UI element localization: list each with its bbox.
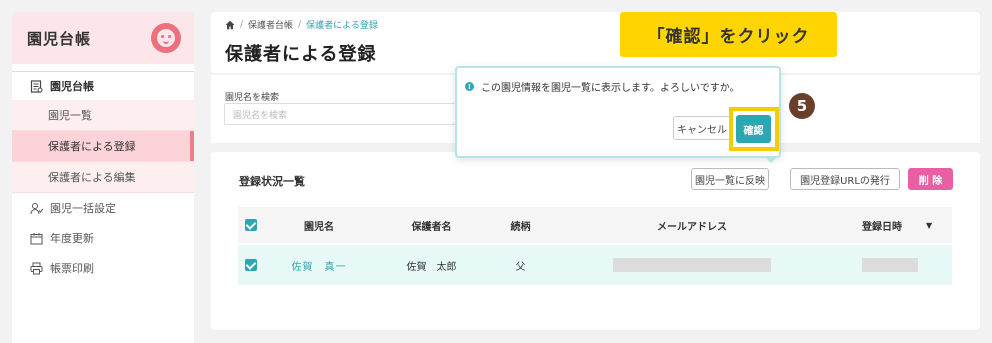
sidebar-item-label: 年度更新: [50, 232, 94, 245]
sidebar-item-child-list[interactable]: 園児一覧: [12, 100, 194, 131]
delete-button[interactable]: 削 除: [908, 168, 953, 190]
ledger-icon: [30, 79, 43, 93]
printer-icon: [30, 262, 43, 274]
sidebar-item-print[interactable]: 帳票印刷: [12, 253, 194, 283]
step-number-badge: 5: [789, 93, 815, 119]
sidebar-item-bulk-settings[interactable]: 園児一括設定: [12, 193, 194, 223]
select-all-checkbox[interactable]: [245, 219, 257, 231]
email-redacted: [613, 258, 771, 272]
home-icon[interactable]: [225, 20, 235, 30]
popover-message: ! この園児情報を園児一覧に表示します。よろしいですか。: [465, 79, 740, 94]
sidebar-nav: 園児台帳 園児一覧 保護者による登録 保護者による編集 園児一括設定 年度更新 …: [12, 72, 194, 283]
guardian-name: 佐賀 太郎: [406, 261, 457, 273]
search-input[interactable]: 園児名を検索: [224, 103, 456, 125]
popover-arrow: [764, 156, 778, 163]
sidebar: 園児台帳 園児台帳 園児一覧 保護者による登録 保護者による編集 園児一括設定 …: [12, 12, 194, 343]
app-title: 園児台帳: [27, 29, 92, 48]
confirm-button[interactable]: 確認: [736, 115, 771, 143]
sidebar-item-guardian-register[interactable]: 保護者による登録: [12, 131, 194, 162]
page-header: / 保護者台帳 / 保護者による登録 保護者による登録: [211, 12, 980, 73]
cancel-button[interactable]: キャンセル: [673, 116, 731, 140]
issue-url-button[interactable]: 園児登録URLの発行: [790, 168, 900, 190]
instruction-callout: 「確認」をクリック: [620, 12, 837, 57]
page-title: 保護者による登録: [225, 44, 377, 65]
sidebar-header: 園児台帳: [12, 12, 194, 64]
breadcrumb-current: 保護者による登録: [306, 21, 378, 31]
list-title: 登録状況一覧: [239, 175, 305, 188]
relation: 父: [515, 261, 526, 273]
sidebar-group-ledger[interactable]: 園児台帳: [12, 72, 194, 100]
sort-down-icon[interactable]: ▼: [926, 221, 932, 230]
sidebar-item-year-update[interactable]: 年度更新: [12, 223, 194, 253]
users-icon: [30, 202, 43, 214]
table-row[interactable]: 佐賀 真一 佐賀 太郎 父: [238, 245, 952, 285]
date-redacted: [862, 258, 918, 272]
breadcrumb: / 保護者台帳 / 保護者による登録: [225, 18, 378, 31]
row-checkbox[interactable]: [245, 259, 257, 271]
sidebar-item-guardian-edit[interactable]: 保護者による編集: [12, 162, 194, 193]
logo-face-icon: [151, 23, 181, 53]
column-guardian-name: 保護者名: [411, 221, 452, 233]
reflect-to-list-button[interactable]: 園児一覧に反映: [691, 168, 769, 190]
sidebar-submenu: 園児一覧 保護者による登録 保護者による編集: [12, 100, 194, 193]
sidebar-item-label: 園児一括設定: [50, 202, 116, 215]
table-header: 園児名 保護者名 続柄 メールアドレス 登録日時 ▼: [238, 207, 952, 243]
column-registered-at[interactable]: 登録日時 ▼: [832, 207, 952, 243]
info-icon: !: [465, 82, 474, 91]
column-child-name: 園児名: [304, 221, 334, 233]
breadcrumb-ledger[interactable]: 保護者台帳: [248, 18, 293, 31]
child-name-link[interactable]: 佐賀 真一: [292, 258, 347, 273]
column-email: メールアドレス: [657, 221, 727, 233]
column-relation: 続柄: [510, 221, 531, 233]
sidebar-group-label: 園児台帳: [50, 80, 94, 93]
sidebar-item-label: 帳票印刷: [50, 262, 94, 275]
registration-list-panel: 登録状況一覧 園児一覧に反映 園児登録URLの発行 削 除 園児名 保護者名 続…: [211, 152, 980, 330]
calendar-icon: [30, 232, 43, 244]
search-label: 園児名を検索: [225, 93, 280, 103]
